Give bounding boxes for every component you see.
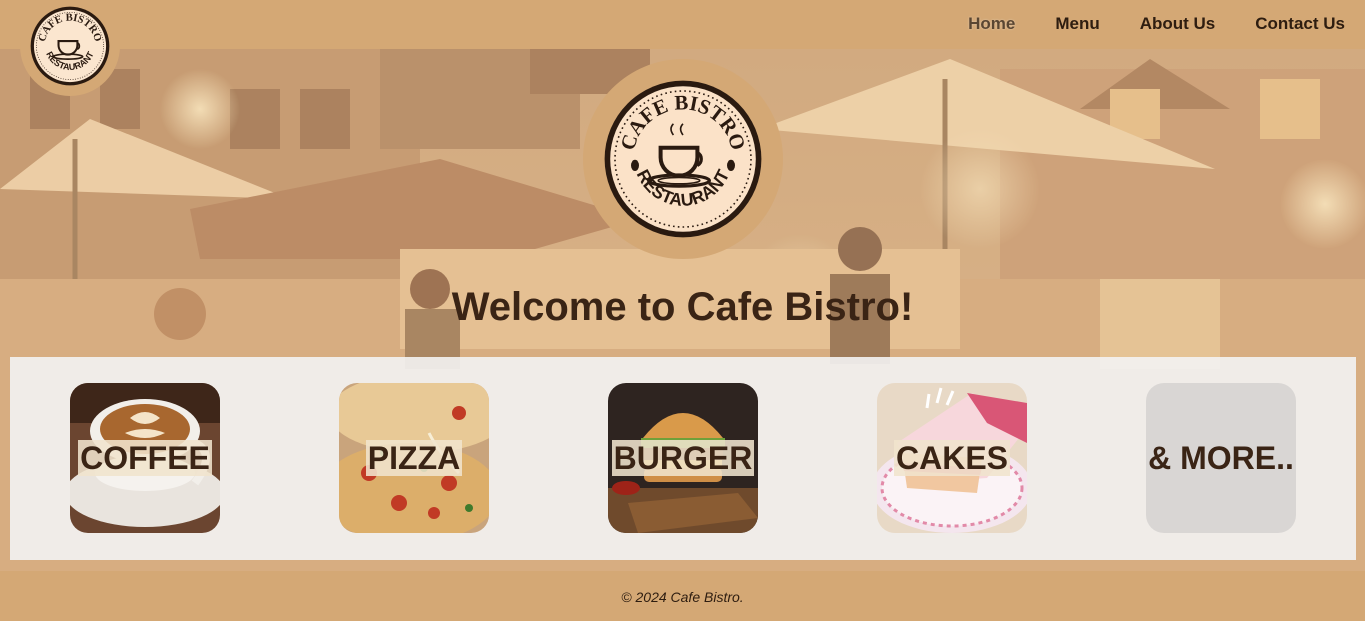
nav-home-link[interactable]: Home [968,14,1015,34]
category-label: CAKES [893,440,1010,476]
header-logo[interactable]: CAFE BISTRO RESTAURANT [20,0,120,96]
main-nav: Home Menu About Us Contact Us [928,0,1345,47]
nav-menu-link[interactable]: Menu [1055,14,1099,34]
cafe-bistro-logo-icon: CAFE BISTRO RESTAURANT [30,6,110,86]
category-card-cakes[interactable]: CAKES [877,383,1027,533]
category-label: PIZZA [365,440,463,476]
cafe-bistro-logo-icon: CAFE BISTRO RESTAURANT [604,80,762,238]
nav-contact-link[interactable]: Contact Us [1255,14,1345,34]
category-card-more[interactable]: & MORE.. [1146,383,1296,533]
category-card-burger[interactable]: BURGER [608,383,758,533]
menu-categories-panel: COFFEE PIZZA BURGER CAKES & MORE.. [10,357,1356,560]
welcome-title: Welcome to Cafe Bistro! [451,285,914,329]
category-label: COFFEE [78,440,212,476]
hero-section: CAFE BISTRO RESTAURANT Welcome to Cafe B… [0,49,1365,571]
nav-about-link[interactable]: About Us [1140,14,1216,34]
category-label: BURGER [611,440,755,476]
site-footer: © 2024 Cafe Bistro. [0,571,1365,621]
category-label: & MORE.. [1148,440,1294,476]
site-header: CAFE BISTRO RESTAURANT Home Menu About U… [0,0,1365,96]
category-card-pizza[interactable]: PIZZA [339,383,489,533]
category-card-coffee[interactable]: COFFEE [70,383,220,533]
copyright-text: © 2024 Cafe Bistro. [621,589,744,605]
hero-logo: CAFE BISTRO RESTAURANT [583,59,783,259]
